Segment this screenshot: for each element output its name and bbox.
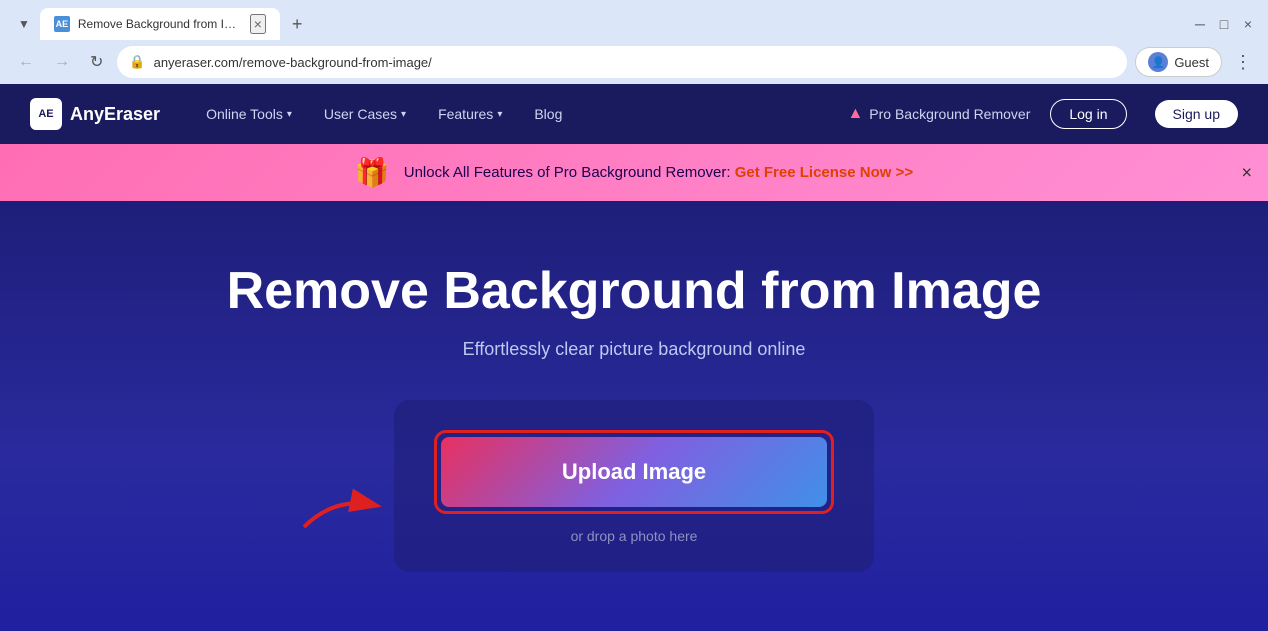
nav-item-user-cases[interactable]: User Cases ▾: [318, 106, 412, 122]
browser-chrome: ▼ AE Remove Background from Im... × + ─ …: [0, 0, 1268, 84]
browser-title-bar: ▼ AE Remove Background from Im... × + ─ …: [0, 0, 1268, 40]
tab-favicon: AE: [54, 16, 70, 32]
guest-label: Guest: [1174, 55, 1209, 70]
nav-item-features[interactable]: Features ▾: [432, 106, 508, 122]
forward-button[interactable]: →: [48, 49, 76, 75]
address-bar[interactable]: 🔒 anyeraser.com/remove-background-from-i…: [117, 46, 1127, 78]
lock-icon: 🔒: [129, 54, 145, 70]
upload-button-wrapper: Upload Image: [434, 430, 834, 514]
new-tab-button[interactable]: +: [284, 10, 311, 39]
browser-toolbar: ← → ↻ 🔒 anyeraser.com/remove-background-…: [0, 40, 1268, 84]
chevron-down-icon: ▾: [401, 109, 406, 120]
back-button[interactable]: ←: [12, 49, 40, 75]
guest-button[interactable]: 👤 Guest: [1135, 47, 1222, 77]
navbar: AE AnyEraser Online Tools ▾ User Cases ▾…: [0, 84, 1268, 144]
website-content: AE AnyEraser Online Tools ▾ User Cases ▾…: [0, 84, 1268, 631]
upload-card: Upload Image or drop a photo here: [394, 400, 874, 572]
promo-banner: 🎁 Unlock All Features of Pro Background …: [0, 144, 1268, 201]
arrow-decoration: [294, 477, 384, 542]
close-window-button[interactable]: ×: [1240, 16, 1256, 32]
drop-text: or drop a photo here: [571, 528, 698, 544]
logo-box: AE: [30, 98, 62, 130]
promo-link[interactable]: Get Free License Now >>: [735, 164, 913, 181]
hero-section: Remove Background from Image Effortlessl…: [0, 201, 1268, 631]
promo-text: Unlock All Features of Pro Background Re…: [404, 164, 913, 181]
tab-title: Remove Background from Im...: [78, 17, 242, 31]
upload-image-button[interactable]: Upload Image: [441, 437, 827, 507]
chevron-down-icon: ▾: [287, 109, 292, 120]
minimize-button[interactable]: ─: [1192, 16, 1208, 32]
logo-initials: AE: [38, 108, 53, 120]
pro-icon: ▲: [847, 105, 863, 123]
signup-button[interactable]: Sign up: [1155, 100, 1238, 128]
nav-pro-remover[interactable]: ▲ Pro Background Remover: [847, 105, 1030, 123]
nav-item-online-tools[interactable]: Online Tools ▾: [200, 106, 298, 122]
hero-title: Remove Background from Image: [227, 261, 1042, 321]
browser-tab-bar: AE Remove Background from Im... × +: [40, 8, 311, 40]
login-button[interactable]: Log in: [1050, 99, 1126, 129]
logo-area[interactable]: AE AnyEraser: [30, 98, 160, 130]
pro-label: Pro Background Remover: [869, 106, 1030, 122]
refresh-button[interactable]: ↻: [84, 48, 109, 76]
maximize-button[interactable]: □: [1216, 16, 1232, 32]
guest-icon: 👤: [1148, 52, 1168, 72]
upload-area-wrapper: Upload Image or drop a photo here: [394, 400, 874, 572]
window-controls: ─ □ ×: [1192, 16, 1256, 32]
browser-menu-button[interactable]: ⋮: [1230, 48, 1256, 77]
chevron-down-icon: ▾: [497, 109, 502, 120]
gift-icon: 🎁: [355, 156, 390, 189]
hero-subtitle: Effortlessly clear picture background on…: [463, 339, 806, 360]
tab-close-button[interactable]: ×: [250, 14, 266, 34]
nav-item-blog[interactable]: Blog: [528, 106, 568, 122]
tabs-dropdown-button[interactable]: ▼: [12, 13, 36, 35]
arrow-svg: [294, 477, 384, 537]
address-text: anyeraser.com/remove-background-from-ima…: [154, 55, 1116, 70]
promo-close-button[interactable]: ×: [1241, 162, 1252, 183]
brand-name: AnyEraser: [70, 104, 160, 125]
browser-tab-active[interactable]: AE Remove Background from Im... ×: [40, 8, 280, 40]
